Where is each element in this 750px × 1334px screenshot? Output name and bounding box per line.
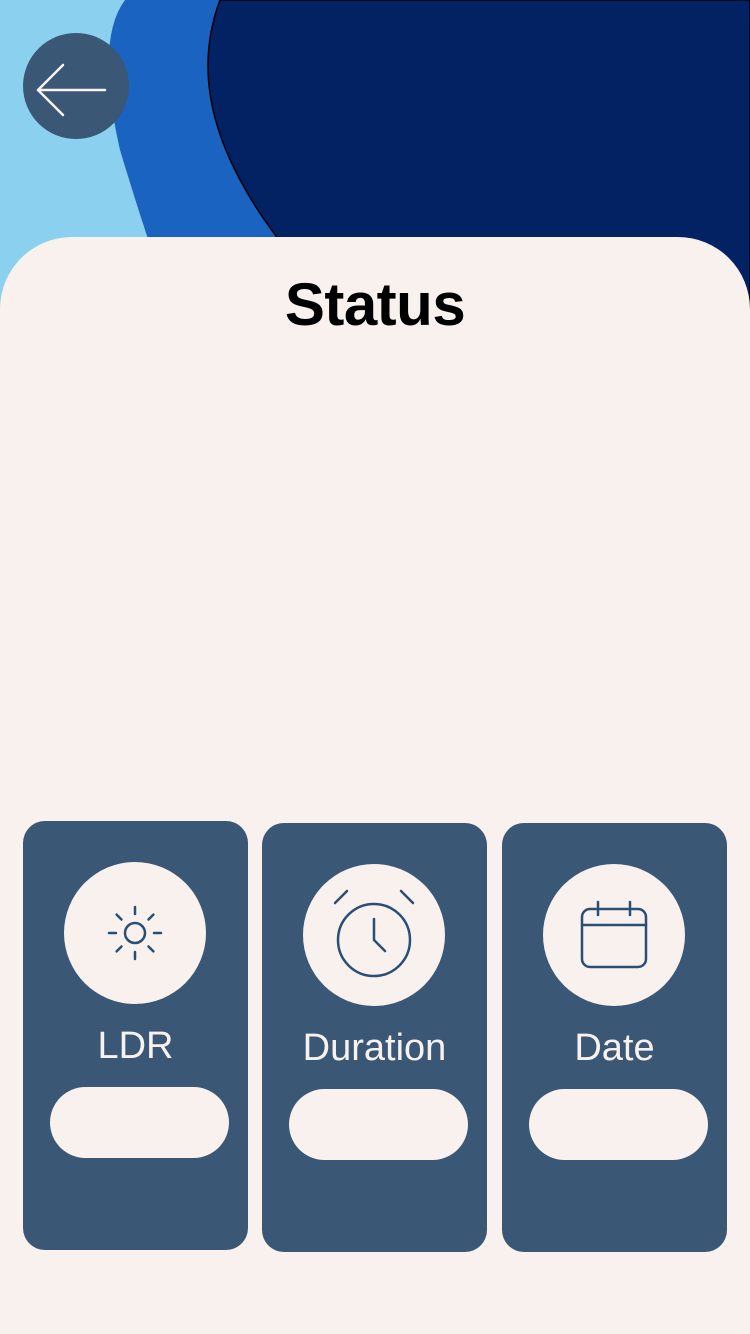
duration-card: Duration xyxy=(262,823,487,1252)
back-button[interactable] xyxy=(23,33,129,139)
date-icon-circle xyxy=(543,864,685,1006)
alarm-clock-icon xyxy=(333,889,415,978)
ldr-value-field[interactable] xyxy=(50,1087,229,1158)
date-card: Date xyxy=(502,823,727,1252)
duration-icon-circle xyxy=(303,864,445,1006)
date-label: Date xyxy=(574,1027,655,1069)
duration-label: Duration xyxy=(302,1027,447,1069)
ldr-card: LDR xyxy=(23,821,248,1250)
arrow-left-icon xyxy=(36,63,107,117)
page-title: Status xyxy=(284,271,466,338)
ldr-icon-circle xyxy=(64,862,206,1004)
duration-value-field[interactable] xyxy=(289,1089,468,1160)
sun-icon xyxy=(107,905,163,961)
calendar-icon xyxy=(580,900,648,969)
ldr-label: LDR xyxy=(97,1025,174,1067)
date-value-field[interactable] xyxy=(529,1089,708,1160)
